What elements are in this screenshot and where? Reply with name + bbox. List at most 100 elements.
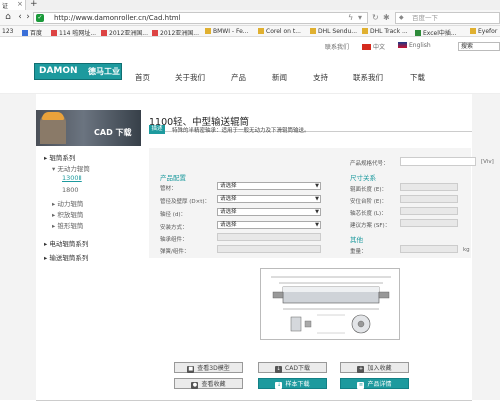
nav-news[interactable]: 新闻 [272,72,287,83]
chevron-down-icon: ▼ [315,196,319,202]
sidebar-item-roller-series[interactable]: ▸ 辊筒系列 [44,152,75,162]
bookmark-item[interactable]: DHL Track ... [362,28,408,35]
lang-cn-link[interactable]: 中文 [362,42,385,51]
sidebar-item-1800[interactable]: 1800 [62,186,79,194]
bookmark-item[interactable]: Corel on t... [258,28,301,35]
bookmark-item[interactable]: 2012亚洲国... [101,28,148,36]
footer-divider [36,400,472,401]
uk-flag-icon [398,42,407,48]
view-favorites-button[interactable]: ● 查看收藏 [174,378,243,389]
address-bar-row: ⌂ ‹ › http://www.damonroller.cn/Cad.html… [0,10,500,26]
eye-icon: ● [191,382,199,389]
nav-support[interactable]: 支持 [313,72,328,83]
forward-icon[interactable]: › [23,12,33,22]
sidebar-item-accumulation[interactable]: ▸ 积放辊筒 [52,209,83,219]
product-details-button[interactable]: ≡ 产品详情 [340,378,409,389]
site-search-input[interactable]: 搜索 [458,42,500,51]
shaft-select[interactable]: 请选择 ▼ [217,208,321,216]
bookmark-item[interactable]: 2012亚洲国... [152,28,199,36]
chevron-down-icon: ▼ [315,209,319,215]
browser-search-input[interactable]: 百度一下 [395,12,500,24]
bookmark-item[interactable]: Eyefor [470,28,497,35]
other-section-title: 其他 [350,236,363,244]
browser-tab[interactable]: 证 × [0,0,26,10]
tube-label: 管材： [160,186,177,192]
nav-home[interactable]: 首页 [135,72,150,83]
browser-tab-strip: 证 × + [0,0,500,10]
nav-about[interactable]: 关于我们 [175,72,205,83]
step-input [400,195,458,203]
nav-products[interactable]: 产品 [231,72,246,83]
bookmark-item[interactable]: BMWI - Fe... [205,28,249,35]
bookmark-icon [51,30,57,36]
sidebar-item-powered[interactable]: ▸ 动力辊筒 [52,198,83,208]
diameter-select[interactable]: 请选择 ▼ [217,195,321,203]
bookmark-icon [101,30,107,36]
folder-icon [205,28,211,34]
sidebar-item-unpowered[interactable]: ▾ 无动力辊筒 [52,163,90,173]
banner-title: CAD 下载 [94,128,132,137]
secure-shield-icon: ✓ [36,14,44,22]
shaft-label: 轴径 (d)： [160,212,187,218]
nav-contact[interactable]: 联系我们 [353,72,383,83]
new-tab-button[interactable]: + [30,0,38,9]
home-icon[interactable]: ⌂ [3,12,13,22]
url-input[interactable]: http://www.damonroller.cn/Cad.html [33,12,368,24]
nav-download[interactable]: 下载 [410,72,425,83]
logo-cn-text: 德马工业 [88,67,120,76]
site-logo[interactable]: DAMON 德马工业 [34,63,122,80]
scheme-label: 建议方案 (SF)： [350,223,391,229]
sidebar-item-1300[interactable]: 1300Ⅱ [62,174,82,182]
bookmark-item[interactable]: 114 啦网址... [51,28,96,36]
tube-select[interactable]: 请选择 ▼ [217,182,321,190]
close-tab-icon[interactable]: × [17,0,23,8]
mount-label: 安装方式： [160,225,188,231]
bookmark-item[interactable]: DHL Sendu... [310,28,357,35]
add-favorite-button[interactable]: + 加入收藏 [340,362,409,373]
tab-title: 证 [2,3,9,10]
browser-search-placeholder: 百度一下 [412,14,438,22]
baidu-icon: ◆ [399,14,404,21]
length-input [400,183,458,191]
cad-download-button[interactable]: ↓ CAD下载 [258,362,327,373]
paw-icon[interactable]: ✱ [383,13,390,22]
cube-icon: ■ [187,366,195,373]
refresh-icon[interactable]: ↻ [372,13,379,22]
lightning-icon[interactable]: ϟ [348,13,353,22]
folder-icon [258,28,264,34]
contact-link[interactable]: 联系我们 [325,42,349,51]
sidebar-item-motorized[interactable]: ▸ 电动辊筒系列 [44,238,88,248]
model-code-input[interactable] [400,157,476,166]
bookmark-icon [22,30,28,36]
plus-icon: + [357,366,365,373]
config-section-title: 产品配置 [160,174,186,182]
folder-icon [470,28,476,34]
bearing-label: 轴承组件： [160,237,188,243]
sample-download-button[interactable]: ↓ 样本下载 [258,378,327,389]
bookmark-item[interactable]: 123 [2,28,13,35]
bearing-input [217,233,321,241]
weight-label: 重量： [350,249,367,255]
spring-label: 弹簧/组件： [160,249,190,255]
feature-text: 特殊的半精密轴承：适用于一般无动力及下滑辊筒输送。 [172,128,310,134]
bookmark-item[interactable]: 百度 [22,28,42,36]
description-tab[interactable]: 描述 [149,125,165,134]
download-icon: ↓ [275,382,283,389]
spring-input [217,245,321,253]
sidebar-item-conveyor[interactable]: ▸ 输送辊筒系列 [44,252,88,262]
mount-select[interactable]: 请选择 ▼ [217,221,321,229]
dropdown-icon[interactable]: ▾ [358,13,362,22]
lang-en-link[interactable]: English [398,42,431,49]
excel-icon [415,30,421,36]
roller-drawing-svg [271,276,391,334]
sidebar-item-tapered[interactable]: ▸ 锥形辊筒 [52,220,83,230]
length-label: 辊面长度 (E)： [350,187,388,193]
cad-download-banner: CAD 下载 [36,110,141,146]
bookmarks-bar: 123 百度 114 啦网址... 2012亚洲国... 2012亚洲国... … [0,26,500,37]
weight-unit: kg [463,247,470,253]
size-section-title: 尺寸关系 [350,174,376,182]
view-3d-button[interactable]: ■ 查看3D模型 [174,362,243,373]
bookmark-item[interactable]: Excel中插... [415,28,457,36]
china-flag-icon [362,44,371,50]
logo-text: DAMON [39,66,78,76]
